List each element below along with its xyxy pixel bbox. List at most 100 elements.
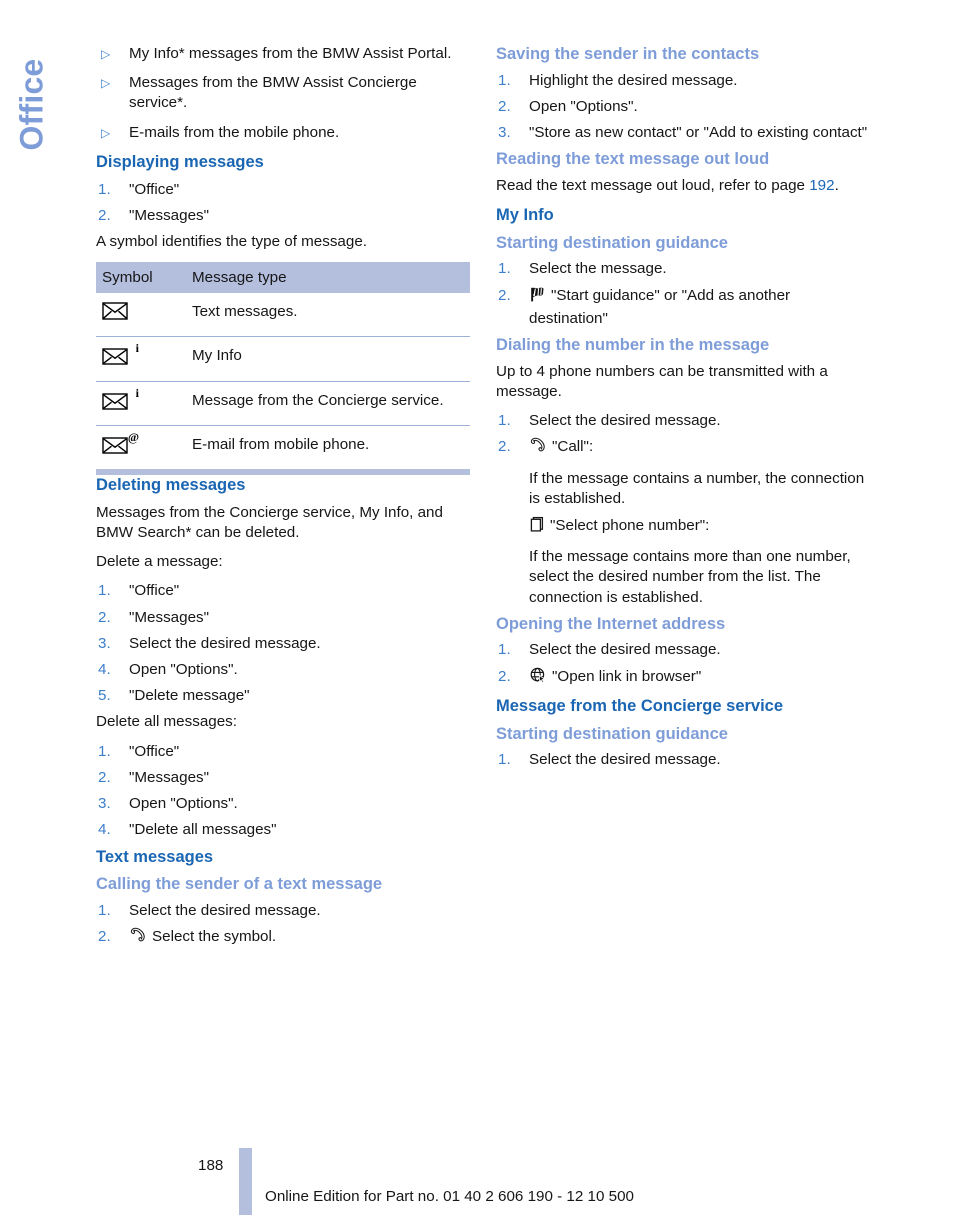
symbol-cell: i — [96, 336, 186, 382]
column-header-message-type: Message type — [186, 262, 470, 294]
heading-calling-sender: Calling the sender of a text message — [96, 875, 383, 894]
globe-browser-icon — [529, 667, 548, 690]
list-item: ▷ My Info* messages from the BMW Assist … — [96, 44, 470, 64]
step-text: "Start guidance" or "Add as another dest… — [529, 286, 791, 327]
intro-bullet-list: ▷ My Info* messages from the BMW Assist … — [96, 44, 470, 143]
list-item: 4. "Delete all messages" — [96, 820, 470, 840]
list-item: 4. Open "Options". — [96, 660, 470, 680]
page-reference-link[interactable]: 192 — [809, 177, 834, 194]
list-item-text: E-mails from the mobile phone. — [129, 123, 340, 141]
deleting-intro: Messages from the Concierge service, My … — [96, 503, 443, 541]
step-number: 1. — [98, 180, 111, 198]
list-item: 3. "Store as new contact" or "Add to exi… — [496, 123, 870, 143]
step-number: 2. — [498, 97, 511, 115]
heading-starting-guidance-concierge: Starting destination guidance — [496, 724, 728, 743]
symbol-cell: i — [96, 381, 186, 426]
list-item: 2. Select the symbol. — [96, 927, 470, 950]
starting-guidance-concierge-steps: 1. Select the desired message. — [496, 750, 870, 770]
triangle-bullet-icon: ▷ — [101, 47, 111, 61]
right-column: Saving the sender in the contacts 1. Hig… — [496, 44, 870, 776]
step-text: Select the desired message. — [529, 412, 721, 430]
step-text: "Delete message" — [129, 687, 250, 705]
step-number: 1. — [98, 582, 111, 600]
step-number: 1. — [98, 901, 111, 919]
envelope-icon — [102, 302, 132, 321]
list-stack-icon — [529, 516, 546, 539]
delete-one-steps: 1. "Office" 2. "Messages" 3. Select the … — [96, 581, 470, 706]
symbol-cell: @ — [96, 425, 186, 469]
step-number: 3. — [98, 634, 111, 652]
section-tab: Office — [0, 30, 96, 190]
step-text: Select the desired message. — [129, 634, 321, 652]
heading-deleting-messages: Deleting messages — [96, 476, 246, 495]
reading-out-loud-text: Read the text message out loud, refer to… — [496, 176, 870, 196]
page-footer: 188 Online Edition for Part no. 01 40 2 … — [0, 1148, 954, 1215]
table-row: @ E-mail from mobile phone. — [96, 425, 470, 469]
list-item: 1. Select the desired message. — [496, 411, 870, 431]
superscript-at: @ — [127, 429, 139, 444]
symbol-table: Symbol Message type Text messages. i My … — [96, 262, 470, 469]
message-type-cell: Text messages. — [186, 293, 470, 338]
calling-sender-steps: 1. Select the desired message. 2. Select… — [96, 901, 470, 950]
list-item: ▷ Messages from the BMW Assist Concierge… — [96, 73, 470, 113]
step-text: "Open link in browser" — [552, 667, 702, 685]
step-text: "Office" — [129, 742, 180, 760]
heading-saving-sender: Saving the sender in the contacts — [496, 45, 760, 63]
table-row: i Message from the Concierge service. — [96, 381, 470, 426]
step-number: 2. — [498, 286, 511, 304]
symbol-note: A symbol identifies the type of message. — [96, 232, 367, 250]
step-text: Select the symbol. — [152, 927, 277, 945]
delete-all-label: Delete all messages: — [96, 713, 237, 731]
step-text: Open "Options". — [129, 795, 238, 813]
symbol-cell — [96, 293, 186, 338]
list-item: ▷ E-mails from the mobile phone. — [96, 123, 470, 143]
step-text: "Office" — [129, 582, 180, 600]
checkered-flag-icon — [529, 286, 547, 309]
step-number: 2. — [498, 667, 511, 685]
step-number: 4. — [98, 660, 111, 678]
heading-starting-guidance-myinfo: Starting destination guidance — [496, 233, 728, 252]
triangle-bullet-icon: ▷ — [101, 125, 111, 140]
step-text: Select the desired message. — [529, 751, 721, 769]
step-text: Select the desired message. — [529, 641, 721, 659]
step-text: "Store as new contact" or "Add to existi… — [529, 124, 868, 142]
list-item: 3. Open "Options". — [96, 794, 470, 814]
dialing-intro: Up to 4 phone numbers can be transmitted… — [496, 362, 828, 400]
step-number: 3. — [98, 795, 111, 813]
step-text: Highlight the desired message. — [529, 71, 738, 89]
step-text: Open "Options". — [129, 660, 238, 678]
dialing-sub-text-3: If the message contains more than one nu… — [529, 548, 851, 606]
list-item: 3. Select the desired message. — [96, 634, 470, 654]
step-number: 1. — [98, 742, 111, 760]
envelope-at-icon: @ — [102, 430, 139, 454]
telephone-handset-icon — [529, 437, 548, 460]
step-number: 4. — [98, 821, 111, 839]
table-row: i My Info — [96, 336, 470, 382]
list-item: 1. Select the desired message. — [96, 901, 470, 921]
dialing-sub-text-2: "Select phone number": — [550, 516, 710, 534]
step-text: Select the message. — [529, 260, 667, 278]
message-type-cell: My Info — [186, 336, 470, 382]
step-text: Open "Options". — [529, 97, 638, 115]
delete-one-label: Delete a message: — [96, 553, 223, 571]
heading-my-info: My Info — [496, 206, 554, 225]
heading-concierge-message: Message from the Concierge service — [496, 696, 784, 715]
opening-internet-steps: 1. Select the desired message. 2. "Open … — [496, 640, 870, 689]
step-text: "Office" — [129, 180, 180, 198]
edition-notice: Online Edition for Part no. 01 40 2 606 … — [265, 1188, 634, 1205]
reading-text-after: . — [834, 176, 839, 194]
starting-guidance-myinfo-steps: 1. Select the message. 2. "Start guidanc… — [496, 259, 870, 329]
step-number: 1. — [498, 71, 511, 89]
telephone-handset-icon — [129, 927, 148, 950]
step-number: 3. — [498, 124, 511, 142]
page-number: 188 — [198, 1157, 224, 1174]
list-item: 1. Select the desired message. — [496, 640, 870, 660]
list-item: 2. "Start guidance" or "Add as another d… — [496, 286, 870, 329]
section-tab-label: Office — [13, 58, 50, 151]
step-number: 1. — [498, 641, 511, 659]
message-type-cell: E-mail from mobile phone. — [192, 435, 370, 453]
table-header-row: Symbol Message type — [96, 262, 470, 294]
list-item: 2. "Messages" — [96, 206, 470, 226]
saving-sender-steps: 1. Highlight the desired message. 2. Ope… — [496, 71, 870, 144]
list-item: 1. "Office" — [96, 180, 470, 200]
